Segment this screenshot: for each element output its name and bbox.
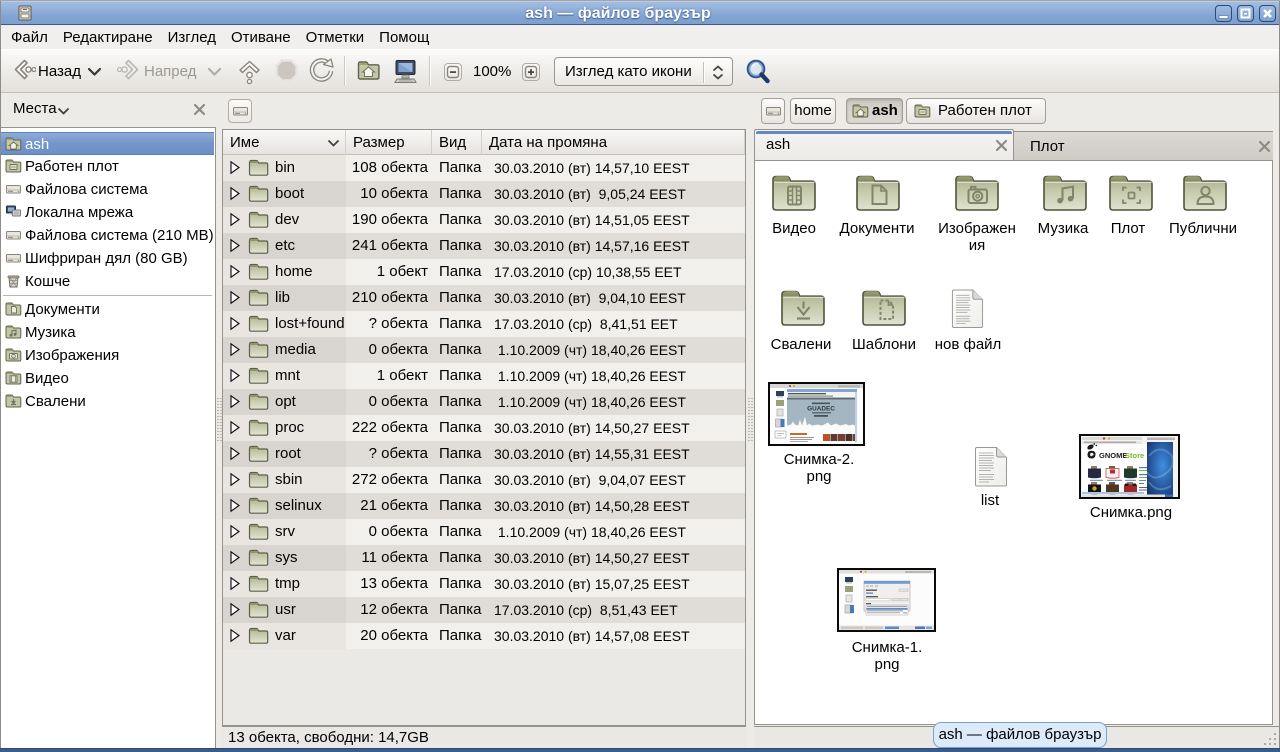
svg-text:GUADEC: GUADEC	[807, 406, 835, 413]
svg-text:Store: Store	[1125, 451, 1144, 460]
svg-text:GNOME: GNOME	[1099, 451, 1127, 460]
